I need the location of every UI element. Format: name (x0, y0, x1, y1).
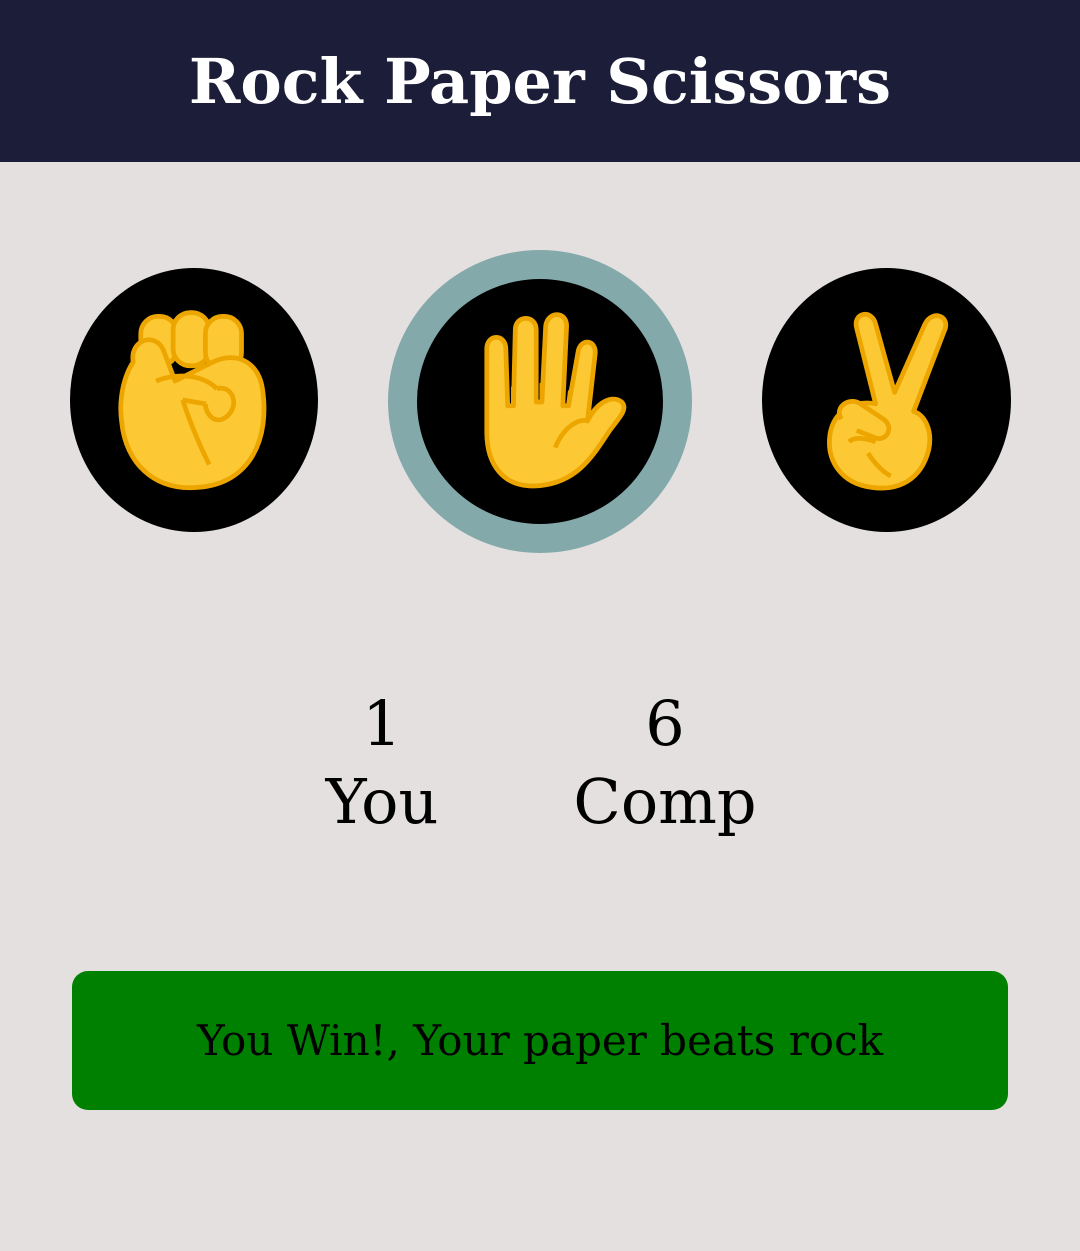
victory-hand-icon (826, 312, 948, 491)
computer-score-label: Comp (573, 765, 757, 838)
player-score-value: 1 (362, 687, 402, 760)
computer-score-value: 6 (645, 687, 685, 760)
result-banner: You Win!, Your paper beats rock (72, 971, 1008, 1110)
computer-score: 6 Comp (515, 686, 815, 842)
result-message: You Win!, Your paper beats rock (196, 1016, 884, 1065)
page-title: Rock Paper Scissors (188, 44, 892, 118)
player-score: 1 You (232, 686, 532, 842)
paper-button[interactable] (388, 250, 692, 553)
raised-hand-icon (484, 311, 627, 488)
rock-button[interactable] (70, 268, 318, 532)
scissors-button[interactable] (762, 268, 1011, 532)
app-header: Rock Paper Scissors (0, 0, 1080, 162)
player-score-label: You (325, 765, 439, 838)
raised-fist-icon (118, 310, 267, 491)
